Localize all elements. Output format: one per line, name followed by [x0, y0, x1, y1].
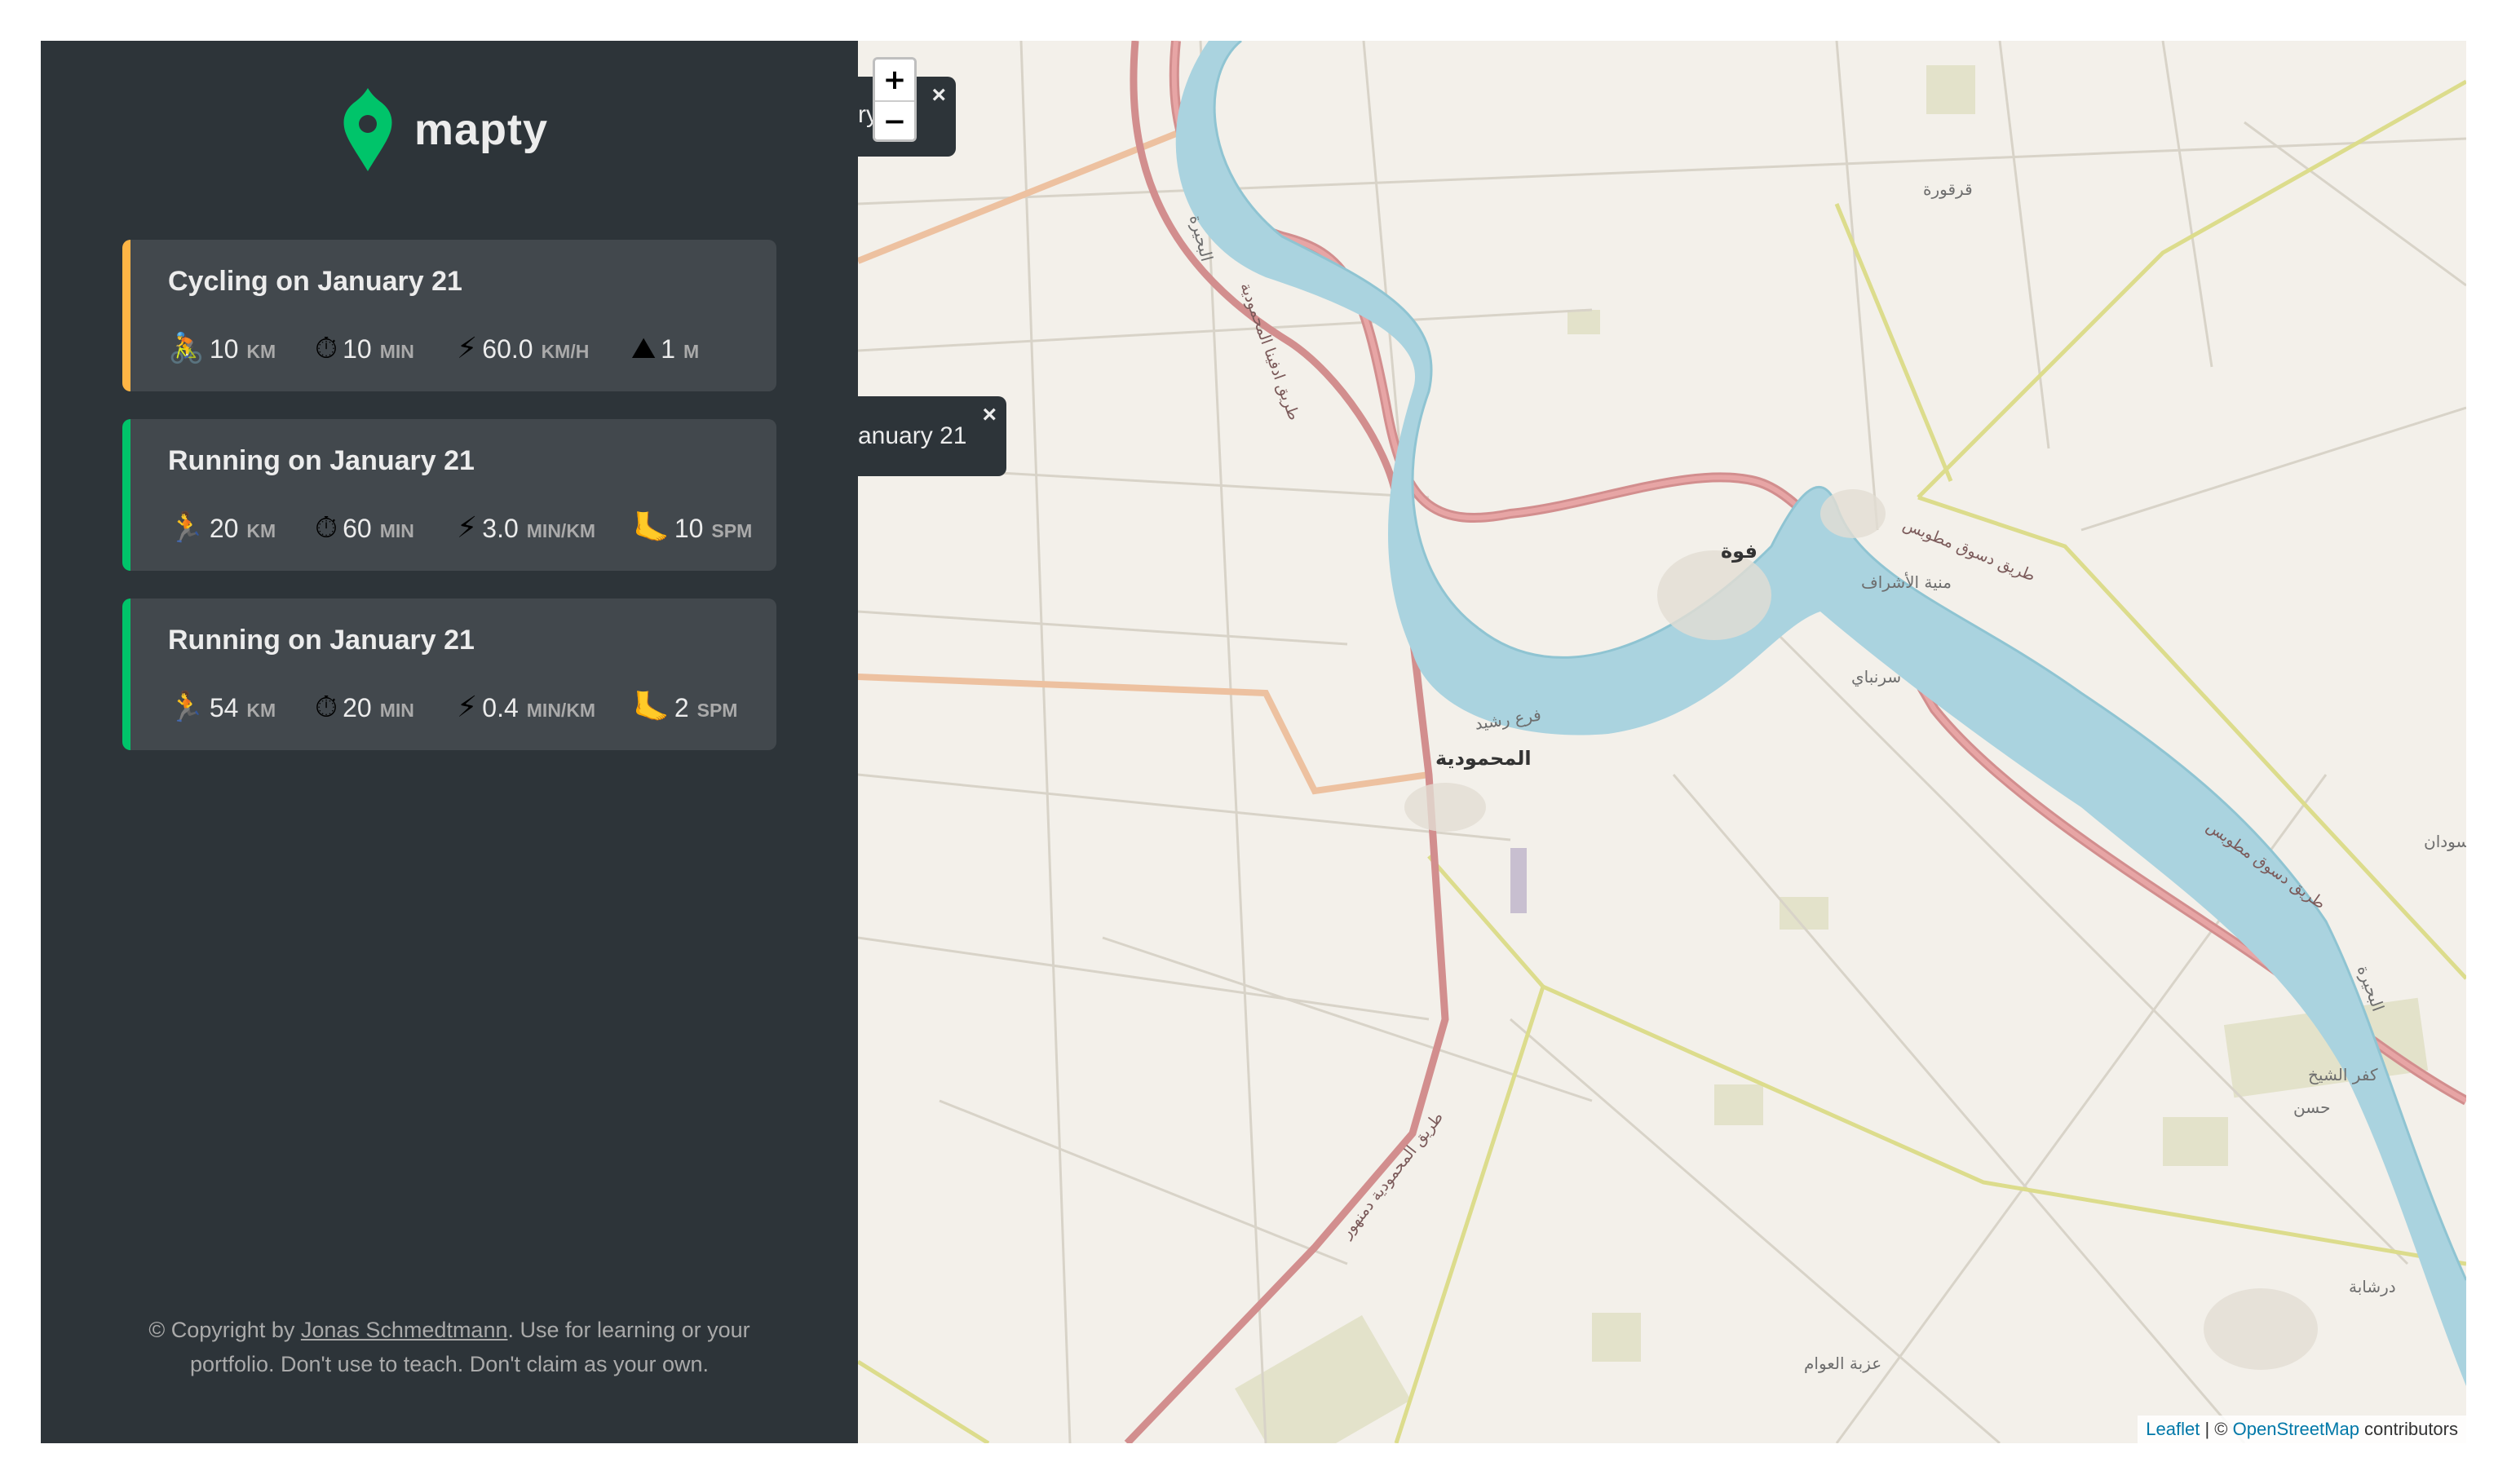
runner-icon: 🏃	[168, 510, 205, 544]
cadence-value: 10	[674, 514, 704, 543]
workout-title: Running on January 21	[168, 445, 475, 476]
workout-item[interactable]: Cycling on January 21 🚴 10 km ⏱ 10 min ⚡…	[122, 240, 776, 391]
workout-distance: 🏃 54 km	[168, 690, 276, 724]
brand-name: mapty	[414, 105, 549, 154]
app-container: mapty Cycling on January 21 🚴 10 km ⏱ 10…	[41, 41, 2466, 1443]
speed-value: 60.0	[482, 334, 533, 364]
distance-value: 10	[209, 334, 239, 364]
map-pin-icon	[343, 88, 392, 171]
pace-value: 0.4	[482, 693, 519, 722]
distance-value: 20	[209, 514, 239, 543]
logo: mapty	[343, 86, 548, 173]
lightning-icon: ⚡	[457, 510, 478, 544]
workout-title: Cycling on January 21	[168, 266, 462, 297]
copyright: © Copyright by Jonas Schmedtmann. Use fo…	[106, 1313, 793, 1381]
workout-cadence: 🦶 10 spm	[633, 510, 752, 545]
workout-popup[interactable]: anuary 21 ×	[858, 396, 1006, 476]
close-icon[interactable]: ×	[931, 82, 946, 109]
map-label-kafr-sheikh: كفر الشيخ	[2308, 1065, 2378, 1084]
workout-list: Cycling on January 21 🚴 10 km ⏱ 10 min ⚡…	[122, 240, 776, 778]
cadence-unit: spm	[696, 700, 738, 721]
pace-unit: min/km	[526, 520, 596, 541]
map-label-hasan: حسن	[2293, 1098, 2331, 1117]
popup-text: anuary 21	[858, 422, 967, 449]
leaflet-link[interactable]: Leaflet	[2146, 1419, 2200, 1439]
workout-item[interactable]: Running on January 21 🏃 54 km ⏱ 20 min ⚡…	[122, 598, 776, 750]
workout-speed: ⚡ 60.0 km/h	[457, 331, 589, 365]
workout-distance: 🚴 10 km	[168, 331, 276, 365]
map-tiles	[858, 41, 2466, 1443]
map-attribution: Leaflet | © OpenStreetMap contributors	[2138, 1416, 2466, 1443]
footprint-icon: 🦶	[633, 510, 670, 544]
attribution-separator: | ©	[2200, 1419, 2233, 1439]
workout-title: Running on January 21	[168, 625, 475, 656]
footprint-icon: 🦶	[633, 690, 670, 723]
copyright-prefix: © Copyright by	[148, 1318, 301, 1342]
workout-duration: ⏱ 60 min	[315, 510, 414, 545]
map[interactable]: فوة المحمودية قرقورة سرنباي منية الأشراف…	[858, 41, 2466, 1443]
bicycle-icon: 🚴	[168, 331, 205, 364]
map-label-sudan: سودان	[2424, 832, 2466, 851]
close-icon[interactable]: ×	[982, 401, 997, 429]
workout-cadence: 🦶 2 spm	[633, 690, 737, 724]
distance-unit: km	[246, 700, 276, 721]
workout-duration: ⏱ 10 min	[315, 331, 414, 365]
speed-unit: km/h	[541, 341, 590, 362]
distance-unit: km	[246, 341, 276, 362]
map-label-darshaba: درشابة	[2349, 1277, 2396, 1296]
mountain-icon: ⛰	[631, 330, 657, 364]
sidebar: mapty Cycling on January 21 🚴 10 km ⏱ 10…	[41, 41, 858, 1443]
stopwatch-icon: ⏱	[315, 510, 338, 544]
map-label-minyat-ashraf: منية الأشراف	[1861, 572, 1952, 592]
duration-value: 20	[343, 692, 372, 722]
duration-value: 60	[343, 513, 372, 543]
distance-unit: km	[246, 520, 276, 541]
elevation-unit: m	[683, 340, 700, 362]
distance-value: 54	[209, 693, 239, 722]
zoom-control: + −	[873, 57, 917, 142]
workout-duration: ⏱ 20 min	[315, 690, 414, 724]
lightning-icon: ⚡	[457, 331, 478, 364]
attribution-suffix: contributors	[2359, 1419, 2458, 1439]
workout-distance: 🏃 20 km	[168, 510, 276, 545]
map-label-qarqura: قرقورة	[1923, 179, 1973, 199]
zoom-in-button[interactable]: +	[875, 60, 914, 100]
duration-unit: min	[379, 519, 414, 541]
map-label-fouh: فوة	[1721, 540, 1758, 563]
workout-item[interactable]: Running on January 21 🏃 20 km ⏱ 60 min ⚡…	[122, 419, 776, 571]
author-link[interactable]: Jonas Schmedtmann	[301, 1318, 508, 1342]
workout-pace: ⚡ 3.0 min/km	[457, 510, 595, 545]
runner-icon: 🏃	[168, 690, 205, 723]
zoom-out-button[interactable]: −	[875, 100, 914, 139]
duration-unit: min	[379, 699, 414, 721]
stopwatch-icon: ⏱	[315, 330, 338, 364]
workout-elevation: ⛰ 1 m	[631, 331, 699, 365]
osm-link[interactable]: OpenStreetMap	[2233, 1419, 2359, 1439]
duration-unit: min	[379, 340, 414, 362]
lightning-icon: ⚡	[457, 690, 478, 723]
workout-pace: ⚡ 0.4 min/km	[457, 690, 595, 724]
map-label-mahmoudia: المحمودية	[1435, 747, 1532, 770]
cadence-value: 2	[674, 693, 689, 722]
pace-unit: min/km	[526, 700, 596, 721]
pace-value: 3.0	[482, 514, 519, 543]
map-label-sirnbay: سرنباي	[1851, 667, 1902, 687]
elevation-value: 1	[661, 333, 676, 364]
duration-value: 10	[343, 333, 372, 364]
map-label-izbat-awam: عزبة العوام	[1804, 1354, 1882, 1373]
stopwatch-icon: ⏱	[315, 689, 338, 723]
cadence-unit: spm	[711, 520, 753, 541]
